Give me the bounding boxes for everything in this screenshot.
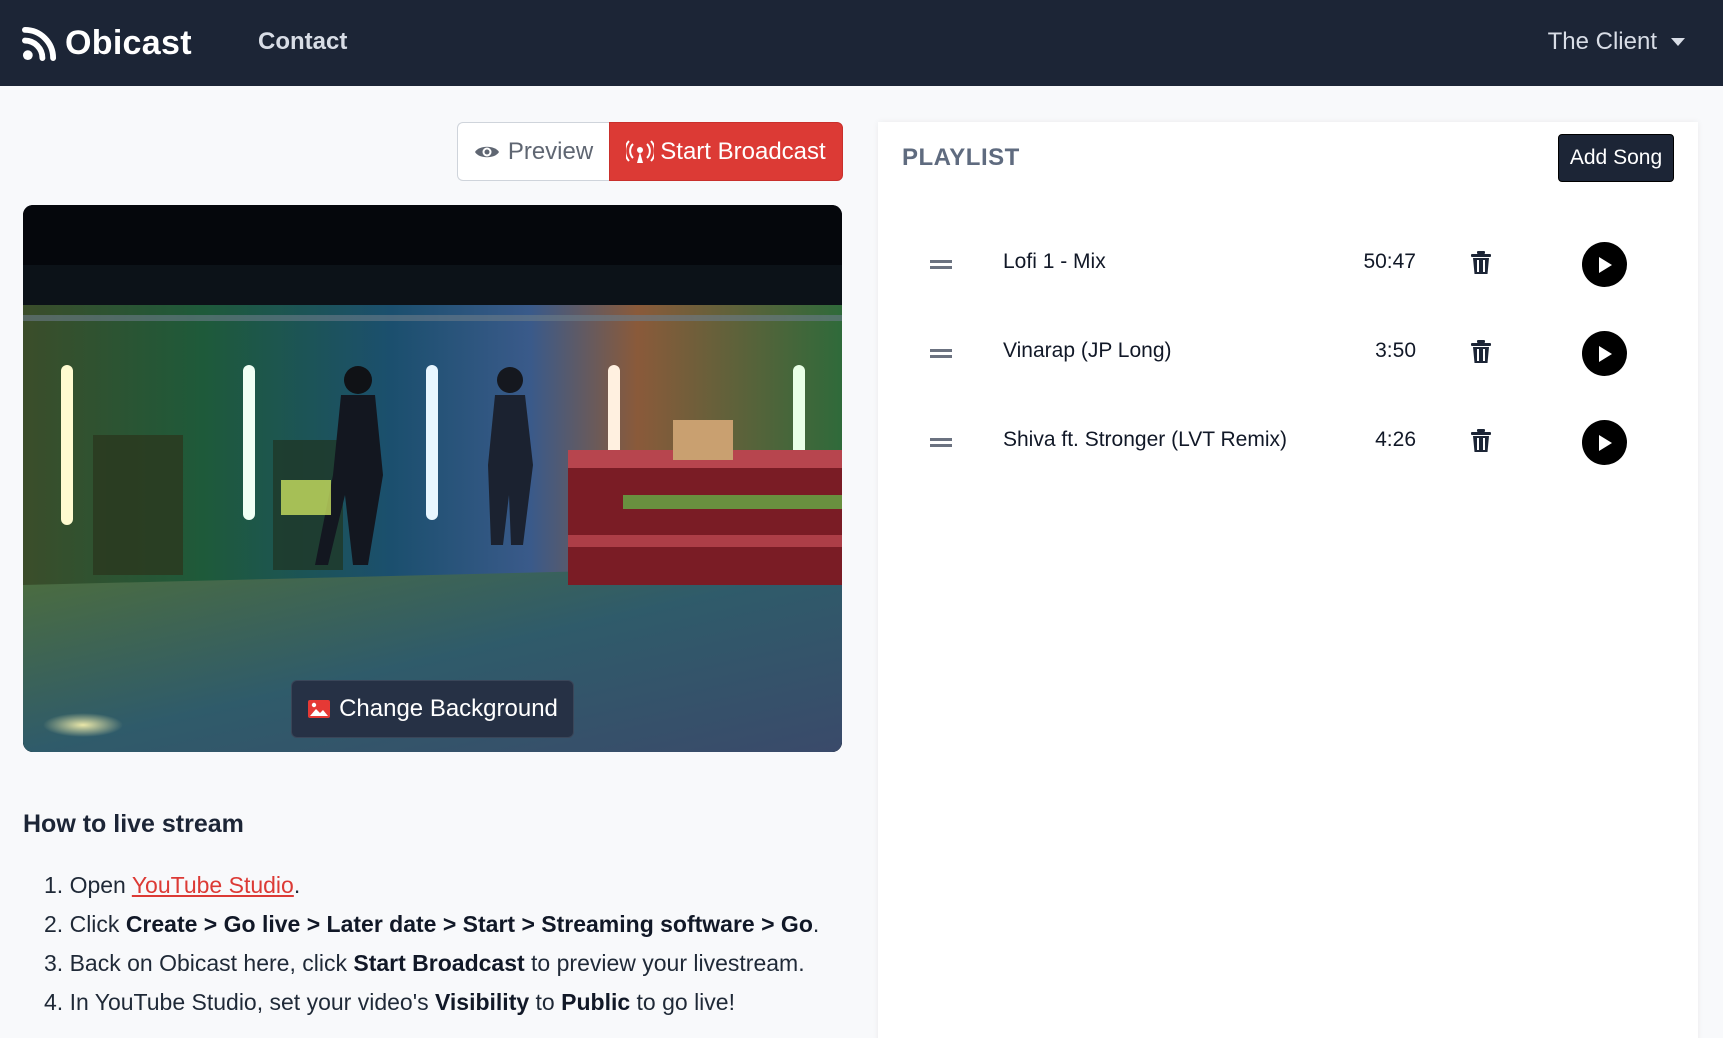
- playlist-panel: PLAYLIST Add Song Lofi 1 - Mix 50:47 Vin…: [878, 122, 1698, 1038]
- play-icon: [1598, 256, 1612, 273]
- step-text: In YouTube Studio, set your video's: [69, 989, 435, 1015]
- navbar: Obicast Contact The Client: [0, 0, 1723, 86]
- playlist-song-row: Lofi 1 - Mix 50:47: [878, 234, 1698, 294]
- broadcast-tower-icon: [626, 139, 655, 163]
- howto-title: How to live stream: [23, 810, 244, 838]
- play-icon: [1598, 345, 1612, 362]
- step-number: 1.: [44, 872, 64, 898]
- playlist-song-row: Vinarap (JP Long) 3:50: [878, 323, 1698, 383]
- howto-step: 3. Back on Obicast here, click Start Bro…: [44, 944, 864, 983]
- image-icon: [308, 700, 331, 718]
- play-icon: [1598, 434, 1612, 451]
- user-menu-dropdown[interactable]: The Client: [1548, 28, 1685, 56]
- change-background-button[interactable]: Change Background: [291, 680, 574, 738]
- brand[interactable]: Obicast: [22, 24, 192, 63]
- step-number: 2.: [44, 911, 64, 937]
- preview-button[interactable]: Preview: [457, 122, 609, 181]
- step-text: to: [529, 989, 562, 1015]
- step-text: .: [812, 911, 820, 937]
- rss-icon: [22, 26, 57, 61]
- trash-icon[interactable]: [1470, 251, 1492, 275]
- drag-handle-icon[interactable]: [930, 438, 952, 447]
- step-text: .: [293, 872, 301, 898]
- song-title: Vinarap (JP Long): [1003, 339, 1172, 362]
- background-preview: Change Background: [23, 205, 842, 752]
- start-broadcast-button[interactable]: Start Broadcast: [609, 122, 843, 181]
- step-text: to preview your livestream.: [524, 950, 805, 976]
- song-duration: 3:50: [1375, 339, 1416, 362]
- nav-contact-link[interactable]: Contact: [258, 28, 347, 56]
- song-duration: 50:47: [1363, 250, 1416, 273]
- drag-handle-icon[interactable]: [930, 260, 952, 269]
- step-number: 3.: [44, 950, 64, 976]
- play-button[interactable]: [1582, 420, 1627, 465]
- playlist-song-row: Shiva ft. Stronger (LVT Remix) 4:26: [878, 412, 1698, 472]
- step-emphasis: Start Broadcast: [353, 950, 525, 976]
- broadcast-controls: Preview Start Broadcast: [457, 122, 843, 181]
- background-image: [23, 205, 842, 752]
- preview-label: Preview: [507, 137, 594, 165]
- eye-icon: [474, 146, 499, 157]
- youtube-studio-link[interactable]: YouTube Studio: [132, 872, 294, 898]
- howto-step: 2. Click Create > Go live > Later date >…: [44, 905, 864, 944]
- trash-icon[interactable]: [1470, 340, 1492, 364]
- song-title: Shiva ft. Stronger (LVT Remix): [1003, 428, 1287, 451]
- step-emphasis: Visibility: [434, 989, 530, 1015]
- change-background-label: Change Background: [339, 695, 558, 722]
- caret-down-icon: [1671, 38, 1685, 46]
- step-text: Click: [69, 911, 126, 937]
- playlist-title: PLAYLIST: [902, 144, 1020, 171]
- song-title: Lofi 1 - Mix: [1003, 250, 1106, 273]
- step-number: 4.: [44, 989, 64, 1015]
- play-button[interactable]: [1582, 242, 1627, 287]
- brand-name: Obicast: [65, 24, 192, 62]
- step-emphasis: Public: [561, 989, 631, 1015]
- drag-handle-icon[interactable]: [930, 349, 952, 358]
- song-duration: 4:26: [1375, 428, 1416, 451]
- howto-step: 1. Open YouTube Studio.: [44, 866, 864, 905]
- step-text: Open: [69, 872, 132, 898]
- trash-icon[interactable]: [1470, 429, 1492, 453]
- step-text: to go live!: [630, 989, 735, 1015]
- play-button[interactable]: [1582, 331, 1627, 376]
- start-broadcast-label: Start Broadcast: [660, 137, 826, 165]
- user-name: The Client: [1547, 28, 1657, 55]
- howto-steps: 1. Open YouTube Studio. 2. Click Create …: [44, 866, 864, 1022]
- howto-step: 4. In YouTube Studio, set your video's V…: [44, 983, 864, 1022]
- add-song-button[interactable]: Add Song: [1558, 134, 1674, 182]
- step-path: Create > Go live > Later date > Start > …: [125, 911, 813, 937]
- step-text: Back on Obicast here, click: [69, 950, 354, 976]
